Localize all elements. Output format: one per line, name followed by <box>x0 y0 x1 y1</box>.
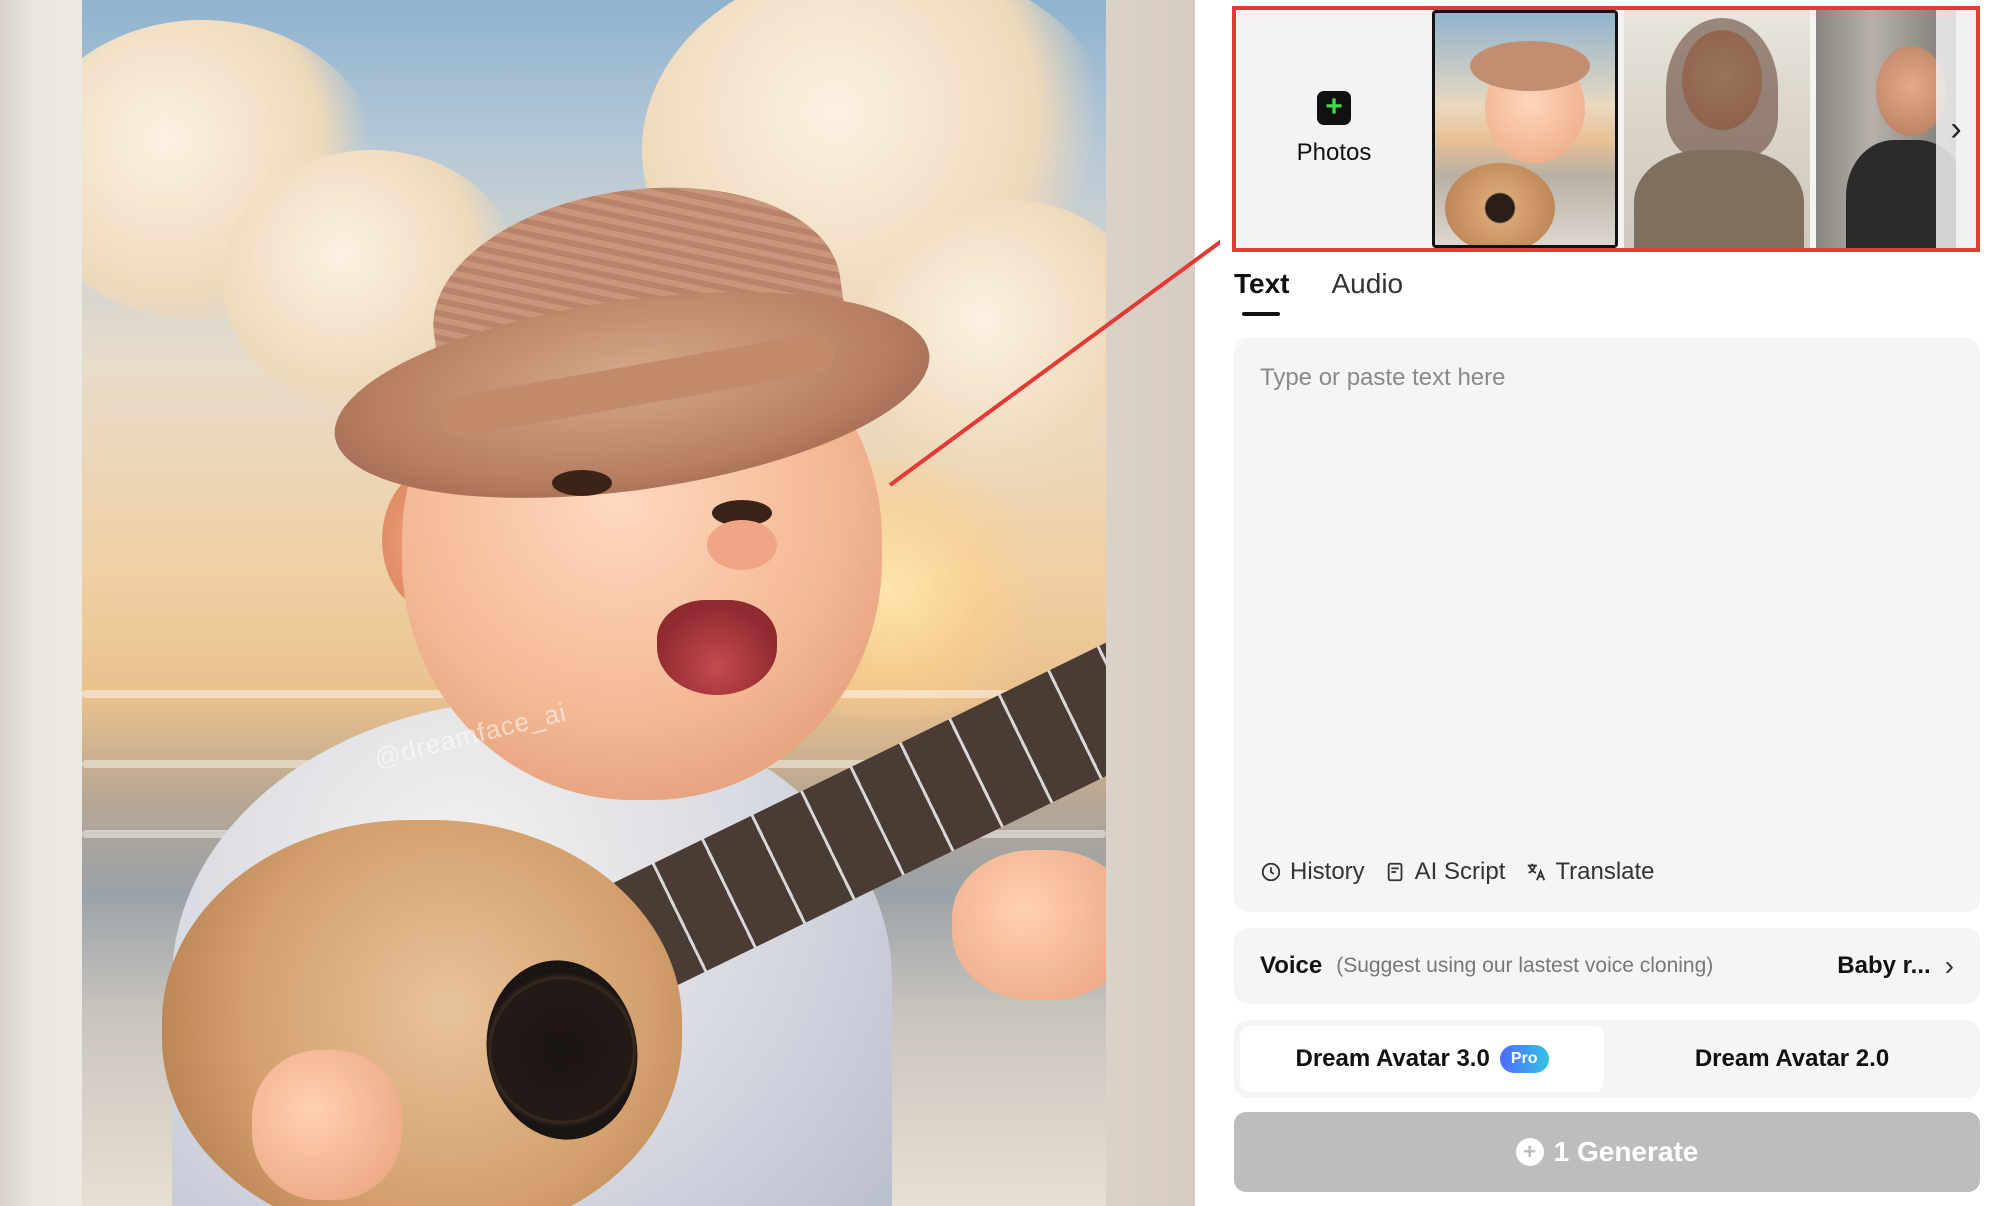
photo-strip: + Photos › <box>1232 6 1980 252</box>
baby-nose <box>707 520 777 570</box>
add-photos-label: Photos <box>1296 139 1372 166</box>
photo-thumbnail-woman[interactable] <box>1624 10 1810 248</box>
translate-label: Translate <box>1555 858 1655 885</box>
voice-selector[interactable]: Voice (Suggest using our lastest voice c… <box>1234 928 1980 1004</box>
control-panel: + Photos › Text Audio Type or paste text… <box>1220 0 2000 1206</box>
ai-script-button[interactable]: AI Script <box>1385 858 1506 886</box>
ai-script-icon <box>1387 862 1403 882</box>
strip-next-button[interactable]: › <box>1936 10 1976 248</box>
voice-selected-value: Baby r... <box>1837 952 1931 979</box>
history-button[interactable]: History <box>1260 858 1365 886</box>
translate-button[interactable]: Translate <box>1525 858 1655 886</box>
thumb-top <box>1634 150 1804 248</box>
plus-icon: + <box>1317 91 1351 125</box>
thumb-ukulele <box>1445 163 1555 245</box>
translate-icon <box>1528 863 1546 881</box>
baby-eye-left <box>552 470 612 496</box>
preview-image: @dreamface_ai <box>82 0 1106 1206</box>
add-photos-button[interactable]: + Photos <box>1236 10 1432 248</box>
thumb-hat <box>1470 41 1590 91</box>
tab-audio[interactable]: Audio <box>1332 268 1404 310</box>
tab-text[interactable]: Text <box>1234 268 1290 316</box>
chevron-right-icon: › <box>1950 109 1962 148</box>
voice-label: Voice <box>1260 952 1323 979</box>
script-text-input[interactable] <box>1260 364 1960 844</box>
editor-toolbar: History AI Script Translate <box>1260 858 1655 886</box>
model-label: Dream Avatar 3.0 <box>1295 1045 1490 1072</box>
model-option-dream-avatar-3[interactable]: Dream Avatar 3.0 Pro <box>1240 1026 1604 1092</box>
baby-mouth <box>657 600 777 695</box>
history-icon <box>1261 862 1281 882</box>
script-editor: History AI Script Translate <box>1234 338 1980 912</box>
thumb-hair <box>1666 18 1778 158</box>
photo-thumbnail-man[interactable] <box>1816 10 1956 248</box>
model-option-dream-avatar-2[interactable]: Dream Avatar 2.0 <box>1610 1026 1974 1092</box>
photo-thumbnail-baby[interactable] <box>1432 10 1618 248</box>
pro-badge: Pro <box>1499 1045 1549 1073</box>
baby-hand-strumming <box>252 1050 402 1200</box>
model-label: Dream Avatar 2.0 <box>1694 1045 1890 1072</box>
generate-label: 1 Generate <box>1553 1136 1699 1167</box>
input-mode-tabs: Text Audio <box>1234 268 1404 316</box>
generate-button[interactable]: + 1 Generate <box>1234 1112 1980 1192</box>
voice-hint: (Suggest using our lastest voice cloning… <box>1336 954 1714 977</box>
history-label: History <box>1290 858 1365 885</box>
chevron-right-icon: › <box>1944 950 1954 981</box>
model-selector: Dream Avatar 3.0 Pro Dream Avatar 2.0 <box>1234 1020 1980 1098</box>
credit-icon: + <box>1515 1138 1544 1166</box>
ai-script-label: AI Script <box>1414 858 1506 885</box>
baby-hand-fretting <box>952 850 1106 1000</box>
